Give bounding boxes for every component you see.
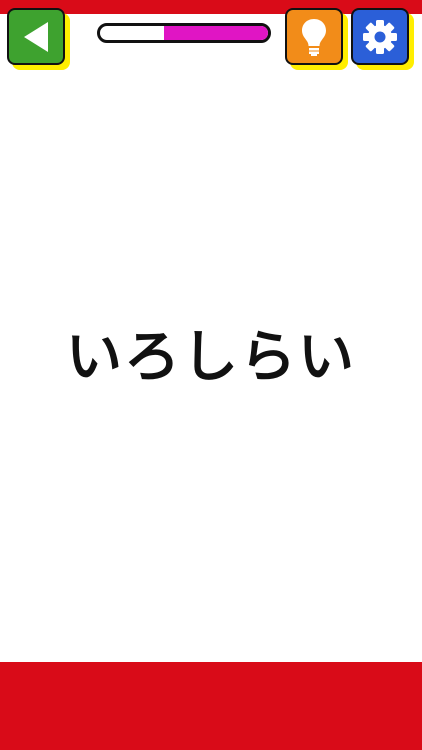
progress-fill — [163, 26, 268, 40]
gear-icon — [363, 19, 397, 54]
bottom-red-band — [0, 662, 422, 750]
word-puzzle-text: いろしらい — [66, 325, 356, 390]
back-arrow-icon — [24, 21, 48, 52]
lightbulb-icon — [302, 18, 326, 56]
back-button[interactable] — [7, 8, 65, 65]
settings-button[interactable] — [351, 8, 409, 65]
hint-button[interactable] — [285, 8, 343, 65]
progress-bar — [97, 23, 271, 43]
